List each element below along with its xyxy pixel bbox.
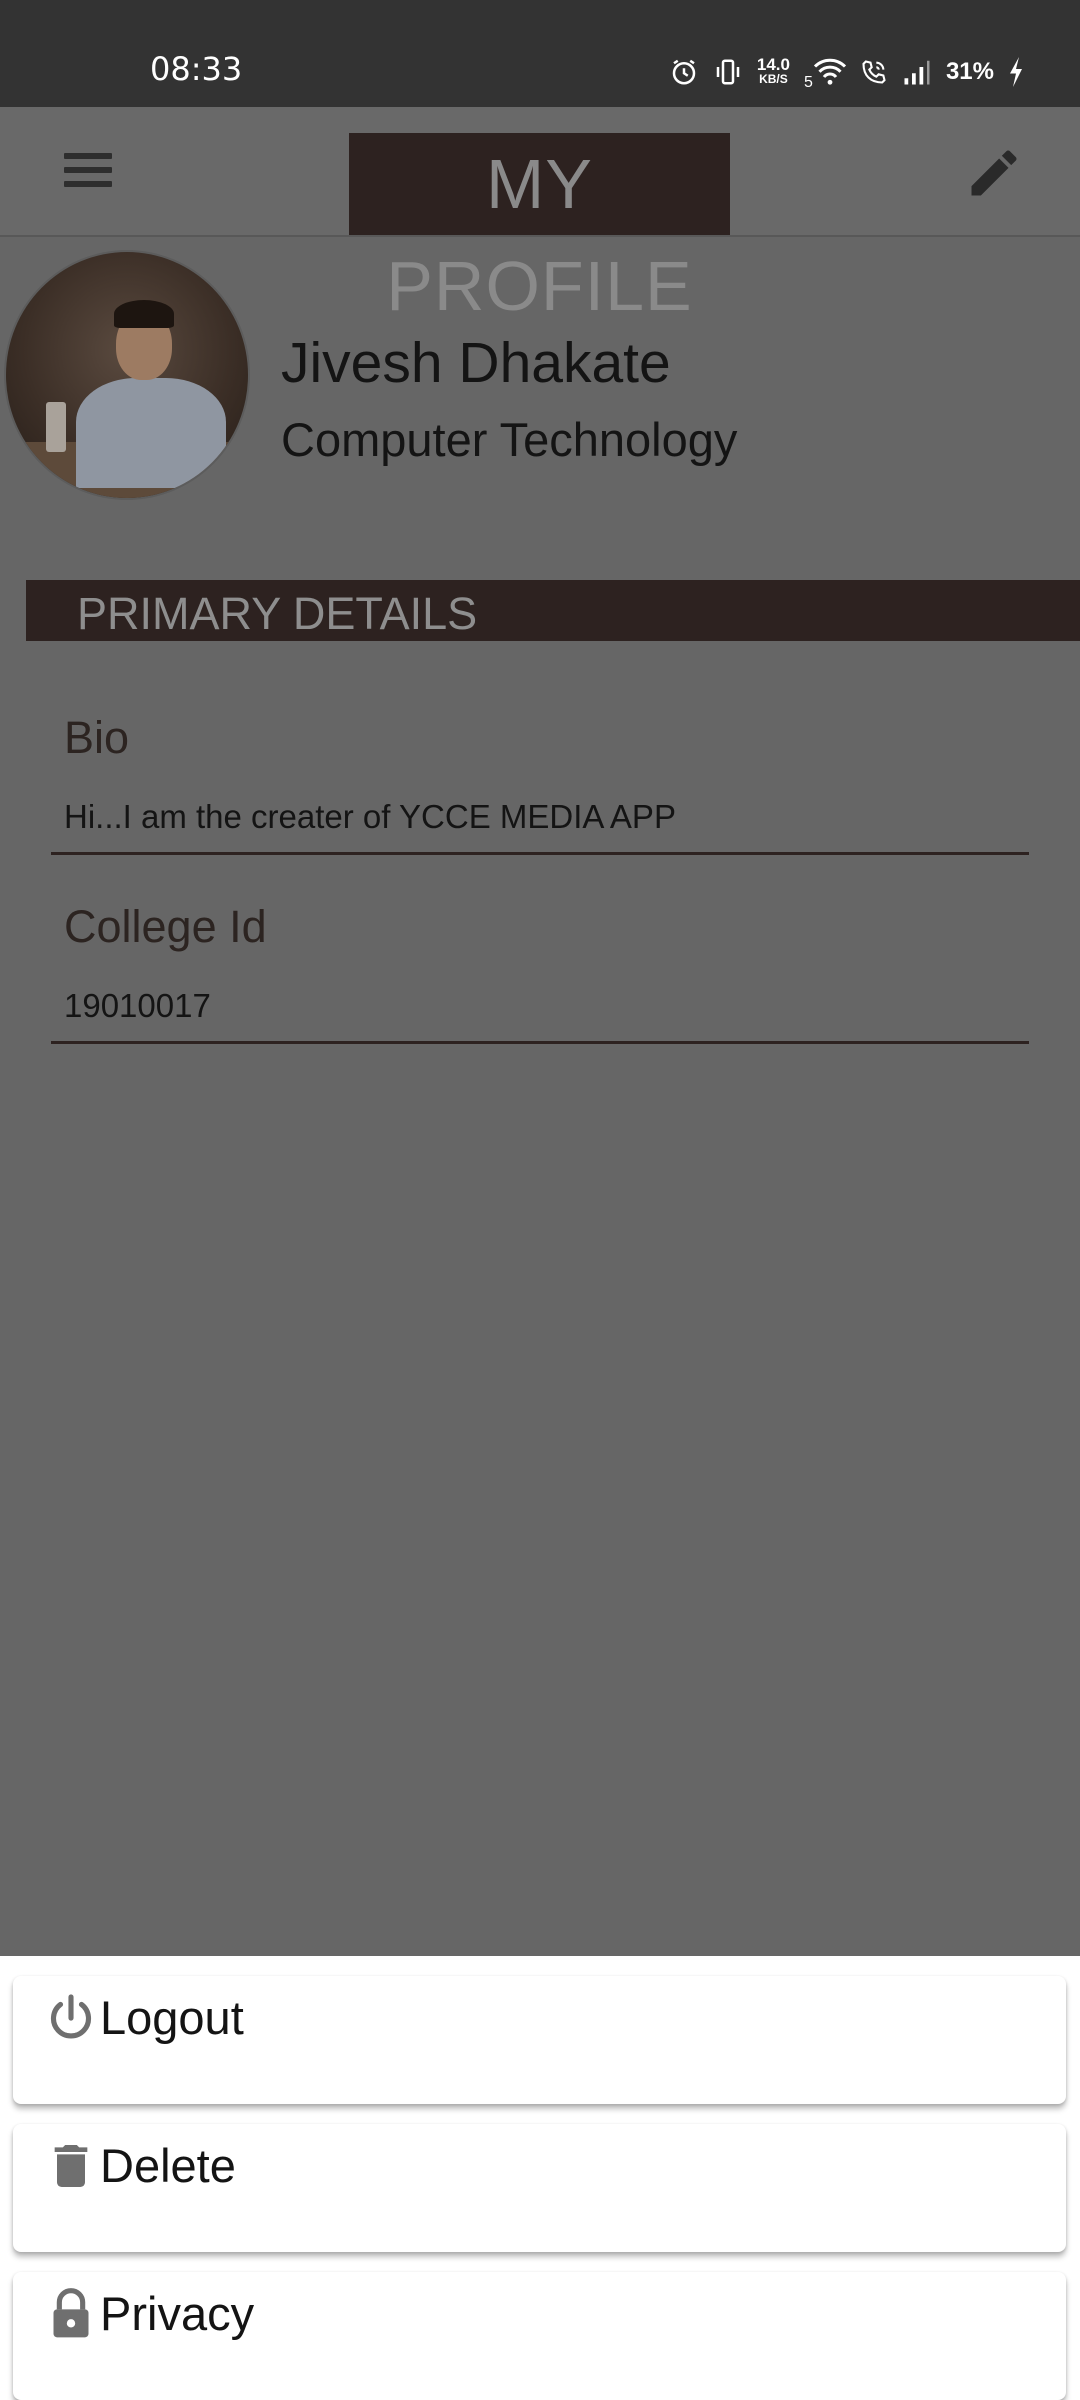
hamburger-line [64,167,112,173]
status-bar: 08:33 14.0 KB/S 5 31% [0,0,1080,107]
profile-department: Computer Technology [281,413,738,466]
college-id-field[interactable]: 19010017 [64,987,211,1025]
app-bar: MY PROFILE [0,107,1080,325]
wifi-icon [813,58,847,85]
lock-icon [53,2288,89,2338]
charging-icon [1010,57,1022,87]
bio-field[interactable]: Hi...I am the creater of YCCE MEDIA APP [64,798,676,836]
net-speed-unit: KB/S [759,72,788,86]
wifi-signal: 5 [804,56,847,91]
trash-icon [54,2145,88,2187]
alarm-icon [672,59,696,85]
college-id-underline [51,1041,1029,1044]
privacy-button[interactable]: Privacy [13,2272,1066,2400]
privacy-label: Privacy [100,2287,255,2340]
profile-name: Jivesh Dhakate [281,331,671,395]
hamburger-menu-icon [64,153,112,159]
delete-label: Delete [100,2139,236,2192]
call-wifi-icon [862,60,886,84]
edit-button[interactable] [964,143,1024,203]
net-speed-value: 14.0 [756,55,790,74]
bottom-sheet: Logout Delete Privacy [0,1956,1080,2400]
avatar-photo-glass [46,402,66,452]
page-title: MY PROFILE [349,133,730,325]
status-time: 08:33 [150,50,243,88]
power-icon [50,1994,92,2039]
primary-details-header: PRIMARY DETAILS [26,580,1080,641]
status-icons: 14.0 KB/S 5 31% [669,52,1024,92]
delete-button[interactable]: Delete [13,2124,1066,2252]
avatar-photo-shirt [76,378,226,488]
vibrate-icon [716,59,740,85]
pencil-edit-icon [971,150,1017,196]
avatar[interactable] [4,250,250,500]
cell-signal-icon [904,60,930,85]
college-id-label: College Id [64,901,267,952]
menu-button[interactable] [56,147,120,203]
battery-percent: 31% [945,58,994,85]
logout-button[interactable]: Logout [13,1976,1066,2104]
section-title: PRIMARY DETAILS [77,588,478,639]
bio-label: Bio [64,712,130,763]
net-speed: 14.0 KB/S [756,55,790,87]
hamburger-line [64,181,112,187]
avatar-photo-hair [114,300,174,328]
bio-underline [51,852,1029,855]
logout-label: Logout [100,1991,244,2044]
